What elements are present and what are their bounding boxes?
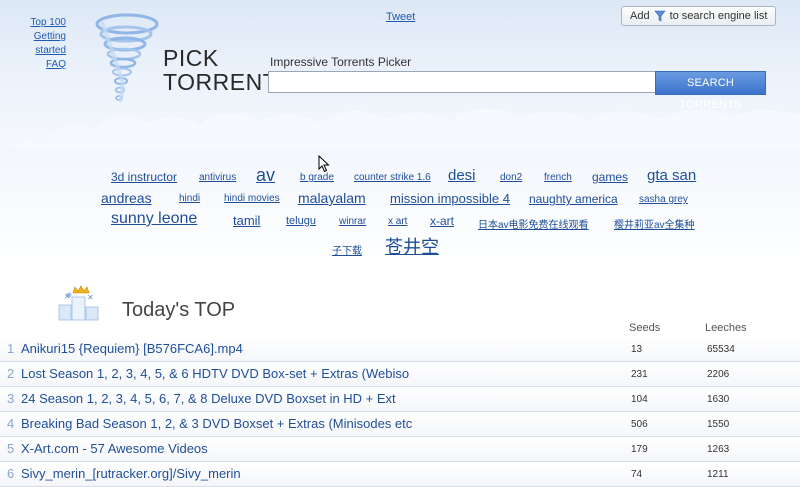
torrent-link[interactable]: Sivy_merin_[rutracker.org]/Sivy_merin [21, 466, 241, 481]
tweet-link[interactable]: Tweet [386, 11, 415, 23]
svg-text:✕: ✕ [87, 293, 94, 302]
seeds-count: 179 [631, 444, 648, 455]
svg-text:✕: ✕ [64, 292, 71, 301]
logo-line-2: TORRENT [163, 69, 278, 95]
top-100-link[interactable]: Top 100 [2, 16, 66, 30]
leeches-count: 1630 [707, 394, 730, 405]
search-input[interactable] [268, 71, 663, 93]
faq-link[interactable]: FAQ [2, 58, 66, 72]
tag-link[interactable]: desi [448, 167, 476, 184]
seeds-count: 506 [631, 419, 648, 430]
logo-line-1: PICK [163, 45, 219, 71]
table-row: 5 X-Art.com - 57 Awesome Videos 179 1263 [0, 437, 800, 462]
torrent-link[interactable]: X-Art.com - 57 Awesome Videos [21, 441, 208, 456]
tag-link[interactable]: naughty america [529, 192, 618, 206]
table-row: 6 Sivy_merin_[rutracker.org]/Sivy_merin … [0, 462, 800, 487]
seeds-count: 104 [631, 394, 648, 405]
mouse-cursor-icon [318, 155, 330, 173]
row-number: 6 [7, 466, 15, 481]
logo-text: PICK TORRENT [163, 46, 277, 94]
podium-crown-icon: ✕ ✕ [58, 285, 99, 321]
add-label: Add [630, 10, 650, 22]
tag-link[interactable]: av [256, 165, 275, 186]
torrent-link[interactable]: Breaking Bad Season 1, 2, & 3 DVD Boxset… [21, 416, 412, 431]
seeds-column-header: Seeds [629, 322, 661, 334]
row-number: 1 [7, 341, 15, 356]
seeds-count: 231 [631, 369, 648, 380]
tag-link[interactable]: hindi movies [224, 193, 280, 204]
tag-link[interactable]: sunny leone [111, 210, 197, 228]
tag-link[interactable]: antivirus [199, 172, 236, 183]
leeches-count: 65534 [707, 344, 735, 355]
add-search-engine-button[interactable]: Add to search engine list [621, 6, 777, 26]
tag-link[interactable]: winrar [339, 216, 366, 227]
tag-link[interactable]: 子下载 [332, 242, 362, 257]
row-number: 3 [7, 391, 15, 406]
row-number: 2 [7, 366, 15, 381]
seeds-count: 74 [631, 469, 643, 480]
leeches-count: 2206 [707, 369, 730, 380]
tag-link[interactable]: 3d instructor [111, 170, 177, 184]
tag-link[interactable]: x-art [430, 214, 454, 228]
add-button-label: to search engine list [669, 10, 768, 22]
tag-link[interactable]: telugu [286, 215, 316, 227]
leeches-count: 1211 [707, 469, 729, 480]
table-row: 1 Anikuri15 {Requiem} [B576FCA6].mp4 13 … [0, 337, 800, 362]
tag-link[interactable]: counter strike 1.6 [354, 172, 431, 183]
tag-link[interactable]: sasha grey [639, 194, 688, 205]
leeches-count: 1263 [707, 444, 730, 455]
torrent-link[interactable]: Anikuri15 {Requiem} [B576FCA6].mp4 [21, 341, 243, 356]
leeches-column-header: Leeches [705, 322, 747, 334]
tag-link[interactable]: andreas [101, 190, 152, 206]
funnel-icon [653, 10, 666, 22]
tag-link[interactable]: games [592, 170, 628, 184]
torrent-link[interactable]: Lost Season 1, 2, 3, 4, 5, & 6 HDTV DVD … [21, 366, 409, 381]
tag-link[interactable]: 苍井空 [385, 233, 439, 259]
row-number: 5 [7, 441, 15, 456]
table-row: 2 Lost Season 1, 2, 3, 4, 5, & 6 HDTV DV… [0, 362, 800, 387]
getting-started-link[interactable]: Getting started [2, 30, 66, 58]
tag-link[interactable]: mission impossible 4 [390, 191, 510, 206]
tag-link[interactable]: don2 [500, 172, 522, 183]
tag-link[interactable]: french [544, 172, 572, 183]
table-row: 4 Breaking Bad Season 1, 2, & 3 DVD Boxs… [0, 412, 800, 437]
tag-link[interactable]: 樱井莉亚av全集种 [614, 216, 695, 231]
search-torrents-button[interactable]: SEARCH TORRENTS [655, 71, 766, 111]
tag-link[interactable]: tamil [233, 213, 260, 228]
tag-link[interactable]: b grade [300, 172, 334, 183]
tag-link[interactable]: 日本av电影免费在线观看 [478, 216, 589, 231]
tag-link[interactable]: gta san [647, 167, 696, 184]
leeches-count: 1550 [707, 419, 730, 430]
torrent-link[interactable]: 24 Season 1, 2, 3, 4, 5, 6, 7, & 8 Delux… [21, 391, 396, 406]
top-torrents-list: 1 Anikuri15 {Requiem} [B576FCA6].mp4 13 … [0, 337, 800, 487]
top-links: Top 100 Getting started FAQ [2, 16, 66, 72]
tag-link[interactable]: hindi [179, 193, 200, 204]
todays-top-title: Today's TOP [122, 299, 236, 321]
seeds-count: 13 [631, 344, 643, 355]
table-row: 3 24 Season 1, 2, 3, 4, 5, 6, 7, & 8 Del… [0, 387, 800, 412]
tagline: Impressive Torrents Picker [270, 55, 412, 69]
tornado-logo-icon [95, 13, 159, 103]
row-number: 4 [7, 416, 15, 431]
tag-link[interactable]: x art [388, 216, 407, 227]
tag-link[interactable]: malayalam [298, 190, 366, 206]
